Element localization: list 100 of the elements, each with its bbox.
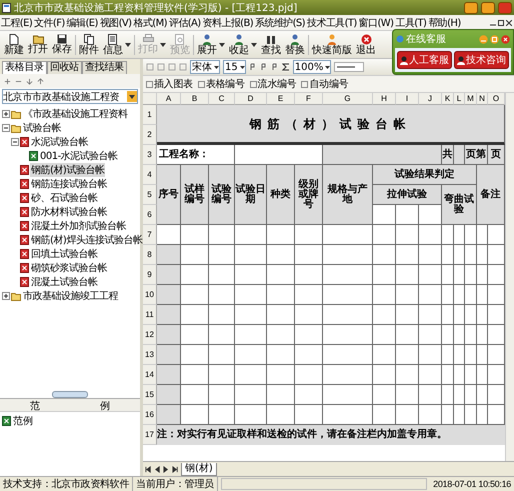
row-number[interactable]: 4	[143, 165, 157, 185]
sheet-title: 钢筋（材）试验台帐	[157, 105, 505, 145]
toolbar-button[interactable]: 快速简版	[310, 34, 354, 56]
column-header[interactable]: J	[419, 93, 442, 105]
row-number[interactable]: 9	[143, 265, 157, 285]
table-cell: 拉伸试验	[373, 185, 442, 205]
row-number[interactable]: 12	[143, 325, 157, 345]
toolbar-button[interactable]: 展开	[195, 34, 219, 56]
toolbar-button[interactable]: 信息	[101, 34, 125, 56]
toolbar-button[interactable]: 打开	[26, 34, 50, 55]
menu-item[interactable]: 文件(F)	[33, 16, 66, 30]
status-user: 当前用户：管理员	[133, 477, 218, 491]
tree-item[interactable]: 砌筑砂浆试验台帐	[30, 261, 108, 275]
column-header[interactable]: A	[157, 93, 181, 105]
zoom-select[interactable]: 100%	[292, 60, 332, 74]
menu-item[interactable]: 工程(E)	[0, 16, 34, 30]
status-text: 技术支持：北京市政资料软件	[0, 477, 134, 491]
row-number[interactable]: 13	[143, 345, 157, 365]
menu-item[interactable]: 工具(T)	[394, 16, 428, 30]
row-number[interactable]: 11	[143, 305, 157, 325]
menu-item[interactable]: 编辑(E)	[66, 16, 99, 30]
row-number[interactable]: 17	[143, 425, 157, 445]
table-cell: 试验日期	[235, 165, 267, 225]
tree-item[interactable]: 钢筋(材)焊头连接试验台帐	[30, 233, 144, 247]
status-time: 2018-07-01 10:50:16	[432, 479, 512, 489]
row-number[interactable]: 15	[143, 385, 157, 405]
row-number[interactable]: 10	[143, 285, 157, 305]
column-header[interactable]: O	[488, 93, 505, 105]
tree-item[interactable]: 回填土试验台帐	[30, 247, 98, 261]
row-number[interactable]: 7	[143, 225, 157, 245]
column-header[interactable]: F	[295, 93, 323, 105]
tree-item[interactable]: 市政基础设施竣工工程	[22, 289, 119, 303]
column-header[interactable]: L	[454, 93, 465, 105]
service-button[interactable]: 人工客服	[397, 51, 452, 69]
row-number[interactable]: 6	[143, 205, 157, 225]
sheet-tool-button[interactable]: 自动编号	[301, 77, 348, 91]
table-cell: 规格与产地	[323, 165, 373, 225]
row-number[interactable]: 3	[143, 145, 157, 165]
menu-item[interactable]: 评估(A)	[168, 16, 202, 30]
column-header[interactable]: N	[477, 93, 488, 105]
row-number[interactable]: 16	[143, 405, 157, 425]
sheet-tool-button[interactable]: 流水编号	[250, 77, 296, 91]
row-number[interactable]: 14	[143, 365, 157, 385]
toolbar-button[interactable]: 查找	[259, 34, 283, 56]
tree-item[interactable]: 防水材料试验台帐	[30, 205, 108, 219]
table-cell: 试验编号	[209, 165, 235, 225]
panel-tab[interactable]: 回收站	[46, 61, 82, 74]
column-header[interactable]: E	[267, 93, 295, 105]
toolbar-button[interactable]: 新建	[2, 34, 26, 56]
column-header[interactable]: M	[465, 93, 477, 105]
menu-item[interactable]: 窗口(W)	[358, 16, 394, 30]
toolbar-button[interactable]: 附件	[77, 34, 101, 56]
toolbar-button[interactable]: 收起	[227, 34, 251, 56]
tree-item[interactable]: 钢筋连接试验台帐	[30, 177, 108, 191]
column-header[interactable]: B	[181, 93, 209, 105]
table-cell: 弯曲试验	[442, 185, 477, 225]
table-cell: 种类	[267, 165, 295, 225]
tree-item[interactable]: 混凝土外加剂试验台帐	[30, 219, 127, 233]
menu-item[interactable]: 帮助(H)	[427, 16, 462, 30]
column-header: 例	[99, 400, 111, 411]
toolbar-button[interactable]: 替换	[283, 34, 307, 56]
menu-item[interactable]: 视图(V)	[98, 16, 132, 30]
column-header[interactable]: H	[373, 93, 396, 105]
tree-item[interactable]: 钢筋(材)试验台帐	[30, 163, 106, 177]
tree-item[interactable]: 《市政基础设施工程资料	[22, 107, 128, 121]
row-number[interactable]: 5	[143, 185, 157, 205]
column-header[interactable]: I	[396, 93, 419, 105]
table-cell: 试样编号	[181, 165, 209, 225]
column-header[interactable]: C	[209, 93, 235, 105]
column-header[interactable]: K	[442, 93, 454, 105]
menu-item[interactable]: 系统维护(S)	[254, 16, 306, 30]
sheet-tool-button[interactable]: 插入图表	[146, 77, 193, 91]
panel-tab[interactable]: 表格目录	[2, 61, 47, 74]
tree-item[interactable]: 水泥试验台帐	[30, 135, 89, 149]
column-header[interactable]: D	[235, 93, 267, 105]
sheet-tab[interactable]: 钢(材)	[181, 462, 217, 476]
column-header[interactable]: G	[323, 93, 373, 105]
toolbar-button[interactable]: 保存	[50, 34, 74, 55]
table-cell: 页	[488, 145, 505, 165]
tree-item[interactable]: 001-水泥试验台帐	[39, 149, 119, 163]
size-select[interactable]: 15	[223, 60, 246, 74]
row-number[interactable]: 8	[143, 245, 157, 265]
tree-item[interactable]: 混凝土试验台帐	[30, 275, 98, 289]
panel-title: 在线客服	[406, 32, 447, 46]
tree-item[interactable]: 砂、石试验台帐	[30, 191, 98, 205]
list-item[interactable]: 范例	[13, 414, 33, 428]
table-cell: 页第	[465, 145, 488, 165]
font-select[interactable]: 宋体	[190, 60, 220, 74]
row-number[interactable]: 2	[143, 125, 157, 145]
toolbar-button[interactable]: 退出	[354, 34, 378, 56]
menu-item[interactable]: 技术工具(T)	[306, 16, 358, 30]
sheet-tool-button[interactable]: 表格编号	[198, 77, 245, 91]
panel-tab[interactable]: 查找结果	[82, 61, 127, 74]
table-cell: 共	[442, 145, 454, 165]
service-button[interactable]: 技术咨询	[454, 51, 509, 69]
tree-item[interactable]: 试验台帐	[22, 121, 62, 135]
row-number[interactable]: 1	[143, 105, 157, 125]
standard-select[interactable]: 北京市市政基础设施工程资	[2, 89, 138, 104]
menu-item[interactable]: 资料上报(B)	[202, 16, 254, 30]
menu-item[interactable]: 格式(M)	[132, 16, 168, 30]
